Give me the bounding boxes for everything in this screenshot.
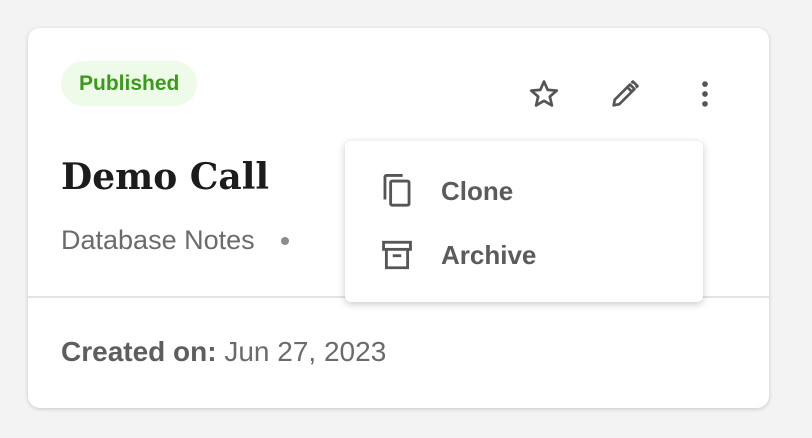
separator-dot <box>280 236 289 245</box>
menu-item-label: Archive <box>441 239 537 270</box>
more-options-button[interactable] <box>683 72 727 116</box>
star-outline-icon <box>527 77 561 111</box>
created-value: Jun 27, 2023 <box>224 336 387 367</box>
source-label: Database Notes <box>61 225 255 255</box>
archive-icon <box>379 235 415 275</box>
pencil-icon <box>608 77 642 111</box>
more-vertical-icon <box>688 77 722 111</box>
actions-dropdown-menu: Clone Archive <box>345 141 703 302</box>
copy-icon <box>379 171 415 211</box>
edit-button[interactable] <box>603 72 647 116</box>
favorite-button[interactable] <box>522 72 566 116</box>
card-subtitle: Database Notes <box>61 225 327 256</box>
status-badge: Published <box>61 61 198 106</box>
created-date: Created on: Jun 27, 2023 <box>61 336 386 368</box>
card-title[interactable]: Demo Call <box>61 156 269 198</box>
menu-item-clone[interactable]: Clone <box>345 159 703 223</box>
menu-item-archive[interactable]: Archive <box>345 223 703 287</box>
created-label: Created on: <box>61 336 217 367</box>
menu-item-label: Clone <box>441 175 514 206</box>
